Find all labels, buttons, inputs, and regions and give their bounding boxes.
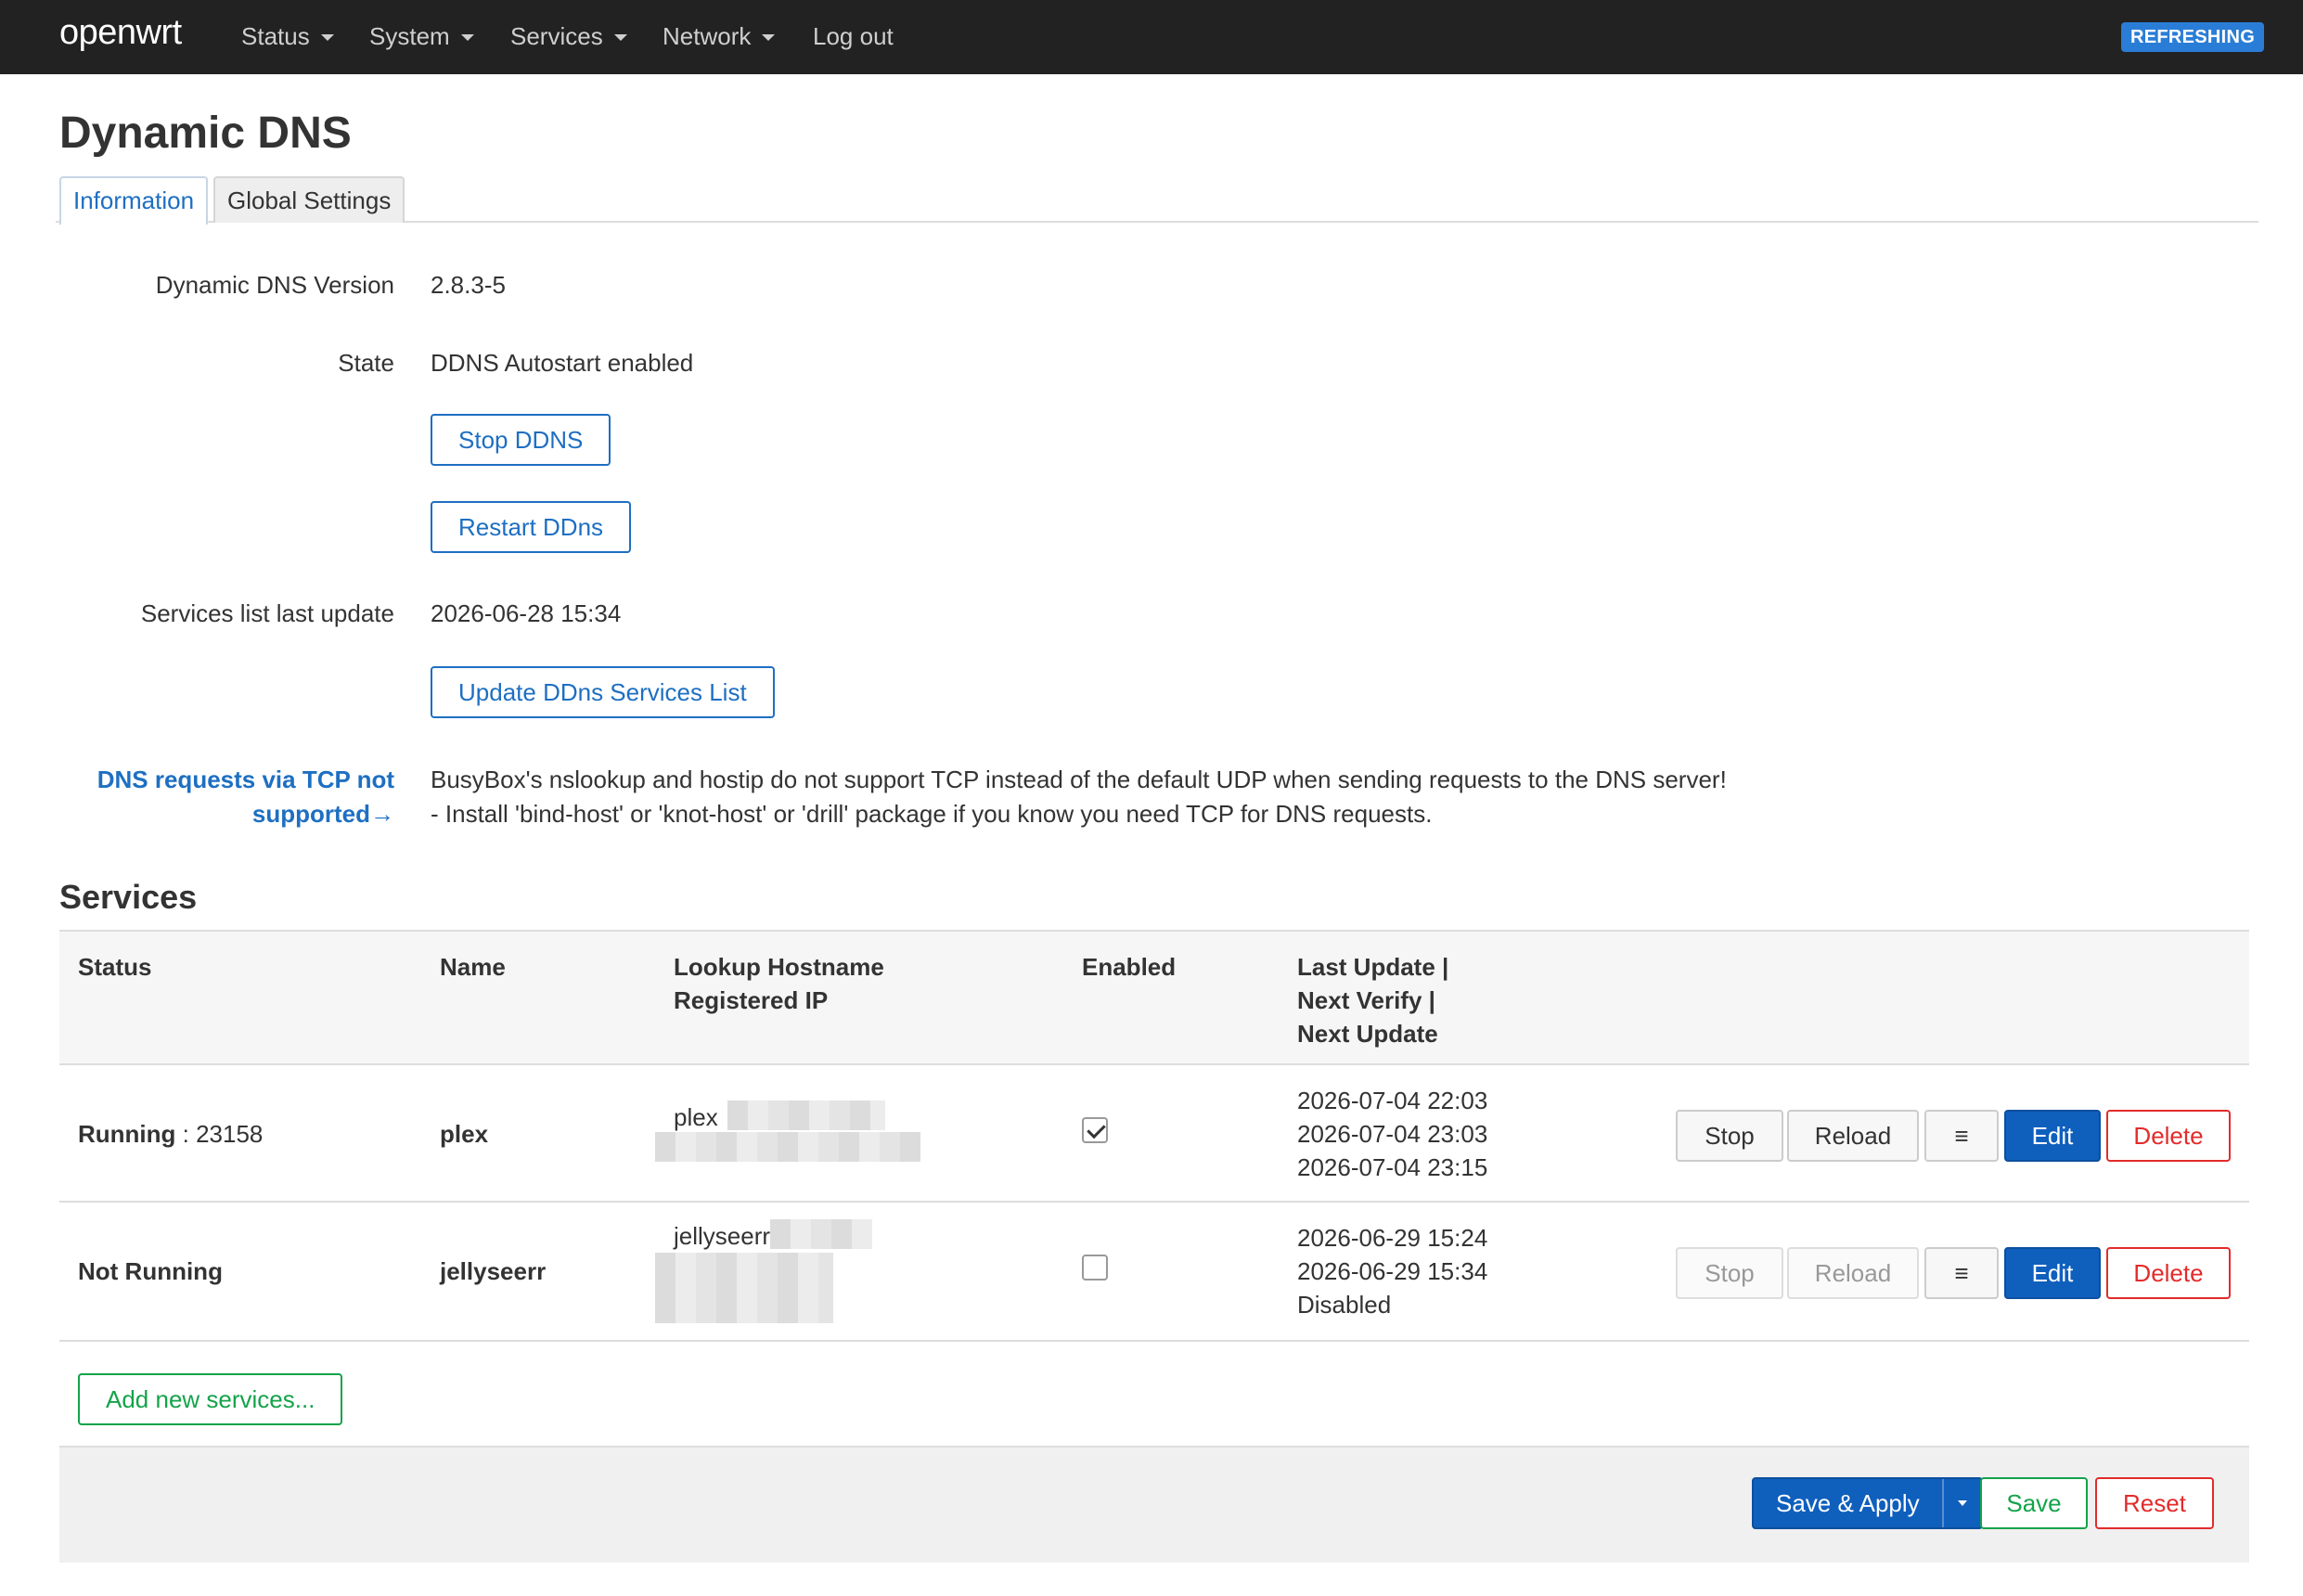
nav-status-label: Status <box>241 22 310 50</box>
nav-logout-label: Log out <box>813 22 894 50</box>
header-last-line2: Next Verify | <box>1297 986 1435 1014</box>
chevron-down-icon <box>762 34 776 41</box>
service-name: plex <box>440 1120 489 1148</box>
chevron-down-icon <box>320 34 334 41</box>
services-update-value: 2026-06-28 15:34 <box>431 599 622 627</box>
state-value: DDNS Autostart enabled <box>431 349 694 377</box>
tcp-warning-label-line2: supported→ <box>251 800 394 828</box>
table-row: Not Running jellyseerr jellyseerr 2026-0… <box>59 1204 2249 1342</box>
nav-status-menu[interactable]: Status <box>241 22 334 51</box>
nav-services-menu[interactable]: Services <box>510 22 627 51</box>
redacted-hostname <box>727 1100 885 1130</box>
save-apply-button[interactable]: Save & Apply <box>1754 1479 1944 1527</box>
refreshing-badge[interactable]: REFRESHING <box>2121 22 2265 52</box>
enabled-checkbox[interactable] <box>1082 1255 1108 1281</box>
update-services-list-button[interactable]: Update DDns Services List <box>431 666 775 718</box>
top-navbar: openwrt Status System Services Network L… <box>0 0 2303 74</box>
tcp-warning-text-line2: - Install 'bind-host' or 'knot-host' or … <box>431 800 1433 828</box>
service-name: jellyseerr <box>440 1257 547 1285</box>
last-update: 2026-06-29 15:24 <box>1297 1224 1488 1252</box>
chevron-down-icon <box>460 34 474 41</box>
header-name: Name <box>440 953 506 981</box>
nav-logout-link[interactable]: Log out <box>813 22 894 51</box>
edit-service-button[interactable]: Edit <box>2004 1110 2101 1162</box>
tcp-warning-link[interactable]: DNS requests via TCP not supported→ <box>97 763 394 831</box>
state-label: State <box>338 349 394 377</box>
header-status: Status <box>78 953 152 981</box>
tcp-warning-text: BusyBox's nslookup and hostip do not sup… <box>431 763 1727 831</box>
header-lookup: Lookup Hostname Registered IP <box>674 950 884 1017</box>
tcp-warning-text-line1: BusyBox's nslookup and hostip do not sup… <box>431 766 1727 793</box>
version-value: 2.8.3-5 <box>431 271 506 299</box>
reload-service-button[interactable]: Reload <box>1787 1247 1919 1299</box>
nav-system-label: System <box>369 22 450 50</box>
status-pid: : 23158 <box>175 1120 264 1148</box>
menu-icon[interactable]: ≡ <box>1924 1247 1999 1299</box>
next-verify: 2026-06-29 15:34 <box>1297 1257 1488 1285</box>
tab-information[interactable]: Information <box>59 176 209 225</box>
edit-service-button[interactable]: Edit <box>2004 1247 2101 1299</box>
table-row: Running : 23158 plex plex 2026-07-04 22:… <box>59 1065 2249 1203</box>
save-button[interactable]: Save <box>1980 1477 2088 1529</box>
chevron-down-icon <box>1957 1500 1967 1506</box>
service-hostname: plex <box>674 1103 718 1131</box>
redacted-ip <box>655 1253 833 1323</box>
next-update: 2026-07-04 23:15 <box>1297 1153 1488 1181</box>
redacted-ip <box>655 1132 920 1162</box>
stop-service-button[interactable]: Stop <box>1676 1247 1783 1299</box>
status-text: Running <box>78 1120 176 1148</box>
tcp-warning-label-line1: DNS requests via TCP not <box>96 766 394 793</box>
menu-icon[interactable]: ≡ <box>1924 1110 1999 1162</box>
nav-network-label: Network <box>663 22 752 50</box>
services-update-label: Services list last update <box>140 599 394 627</box>
header-last-update: Last Update | Next Verify | Next Update <box>1297 950 1448 1050</box>
tab-global-settings[interactable]: Global Settings <box>213 176 405 223</box>
service-status: Not Running <box>78 1255 223 1288</box>
service-hostname: jellyseerr <box>674 1222 771 1250</box>
service-timestamps: 2026-06-29 15:24 2026-06-29 15:34 Disabl… <box>1297 1221 1487 1321</box>
reset-button[interactable]: Reset <box>2095 1477 2214 1529</box>
stop-service-button[interactable]: Stop <box>1676 1110 1783 1162</box>
page-title: Dynamic DNS <box>59 109 352 158</box>
brand-logo[interactable]: openwrt <box>59 13 182 53</box>
save-apply-dropdown-toggle[interactable] <box>1944 1479 1981 1527</box>
tab-bar: Information Global Settings <box>56 176 2258 225</box>
services-table-header: Status Name Lookup Hostname Registered I… <box>59 930 2249 1065</box>
save-apply-button-group[interactable]: Save & Apply <box>1752 1477 1983 1529</box>
restart-ddns-button[interactable]: Restart DDns <box>431 501 632 553</box>
header-last-line1: Last Update | <box>1297 953 1449 981</box>
status-text: Not Running <box>78 1257 223 1285</box>
next-verify: 2026-07-04 23:03 <box>1297 1120 1488 1148</box>
stop-ddns-button[interactable]: Stop DDNS <box>431 414 611 466</box>
redacted-hostname <box>770 1219 872 1249</box>
header-lookup-line2: Registered IP <box>674 986 829 1014</box>
nav-network-menu[interactable]: Network <box>663 22 776 51</box>
nav-services-label: Services <box>510 22 603 50</box>
add-new-service-button[interactable]: Add new services... <box>78 1373 343 1425</box>
delete-service-button[interactable]: Delete <box>2106 1110 2231 1162</box>
service-status: Running : 23158 <box>78 1117 263 1151</box>
service-timestamps: 2026-07-04 22:03 2026-07-04 23:03 2026-0… <box>1297 1084 1487 1184</box>
nav-system-menu[interactable]: System <box>369 22 474 51</box>
reload-service-button[interactable]: Reload <box>1787 1110 1919 1162</box>
header-enabled: Enabled <box>1082 953 1177 981</box>
chevron-down-icon <box>613 34 627 41</box>
enabled-checkbox[interactable] <box>1082 1117 1108 1143</box>
header-last-line3: Next Update <box>1297 1020 1438 1048</box>
services-section-title: Services <box>59 878 198 916</box>
header-lookup-line1: Lookup Hostname <box>674 953 884 981</box>
last-update: 2026-07-04 22:03 <box>1297 1087 1488 1114</box>
version-label: Dynamic DNS Version <box>155 271 394 299</box>
next-update: Disabled <box>1297 1291 1392 1319</box>
delete-service-button[interactable]: Delete <box>2106 1247 2231 1299</box>
